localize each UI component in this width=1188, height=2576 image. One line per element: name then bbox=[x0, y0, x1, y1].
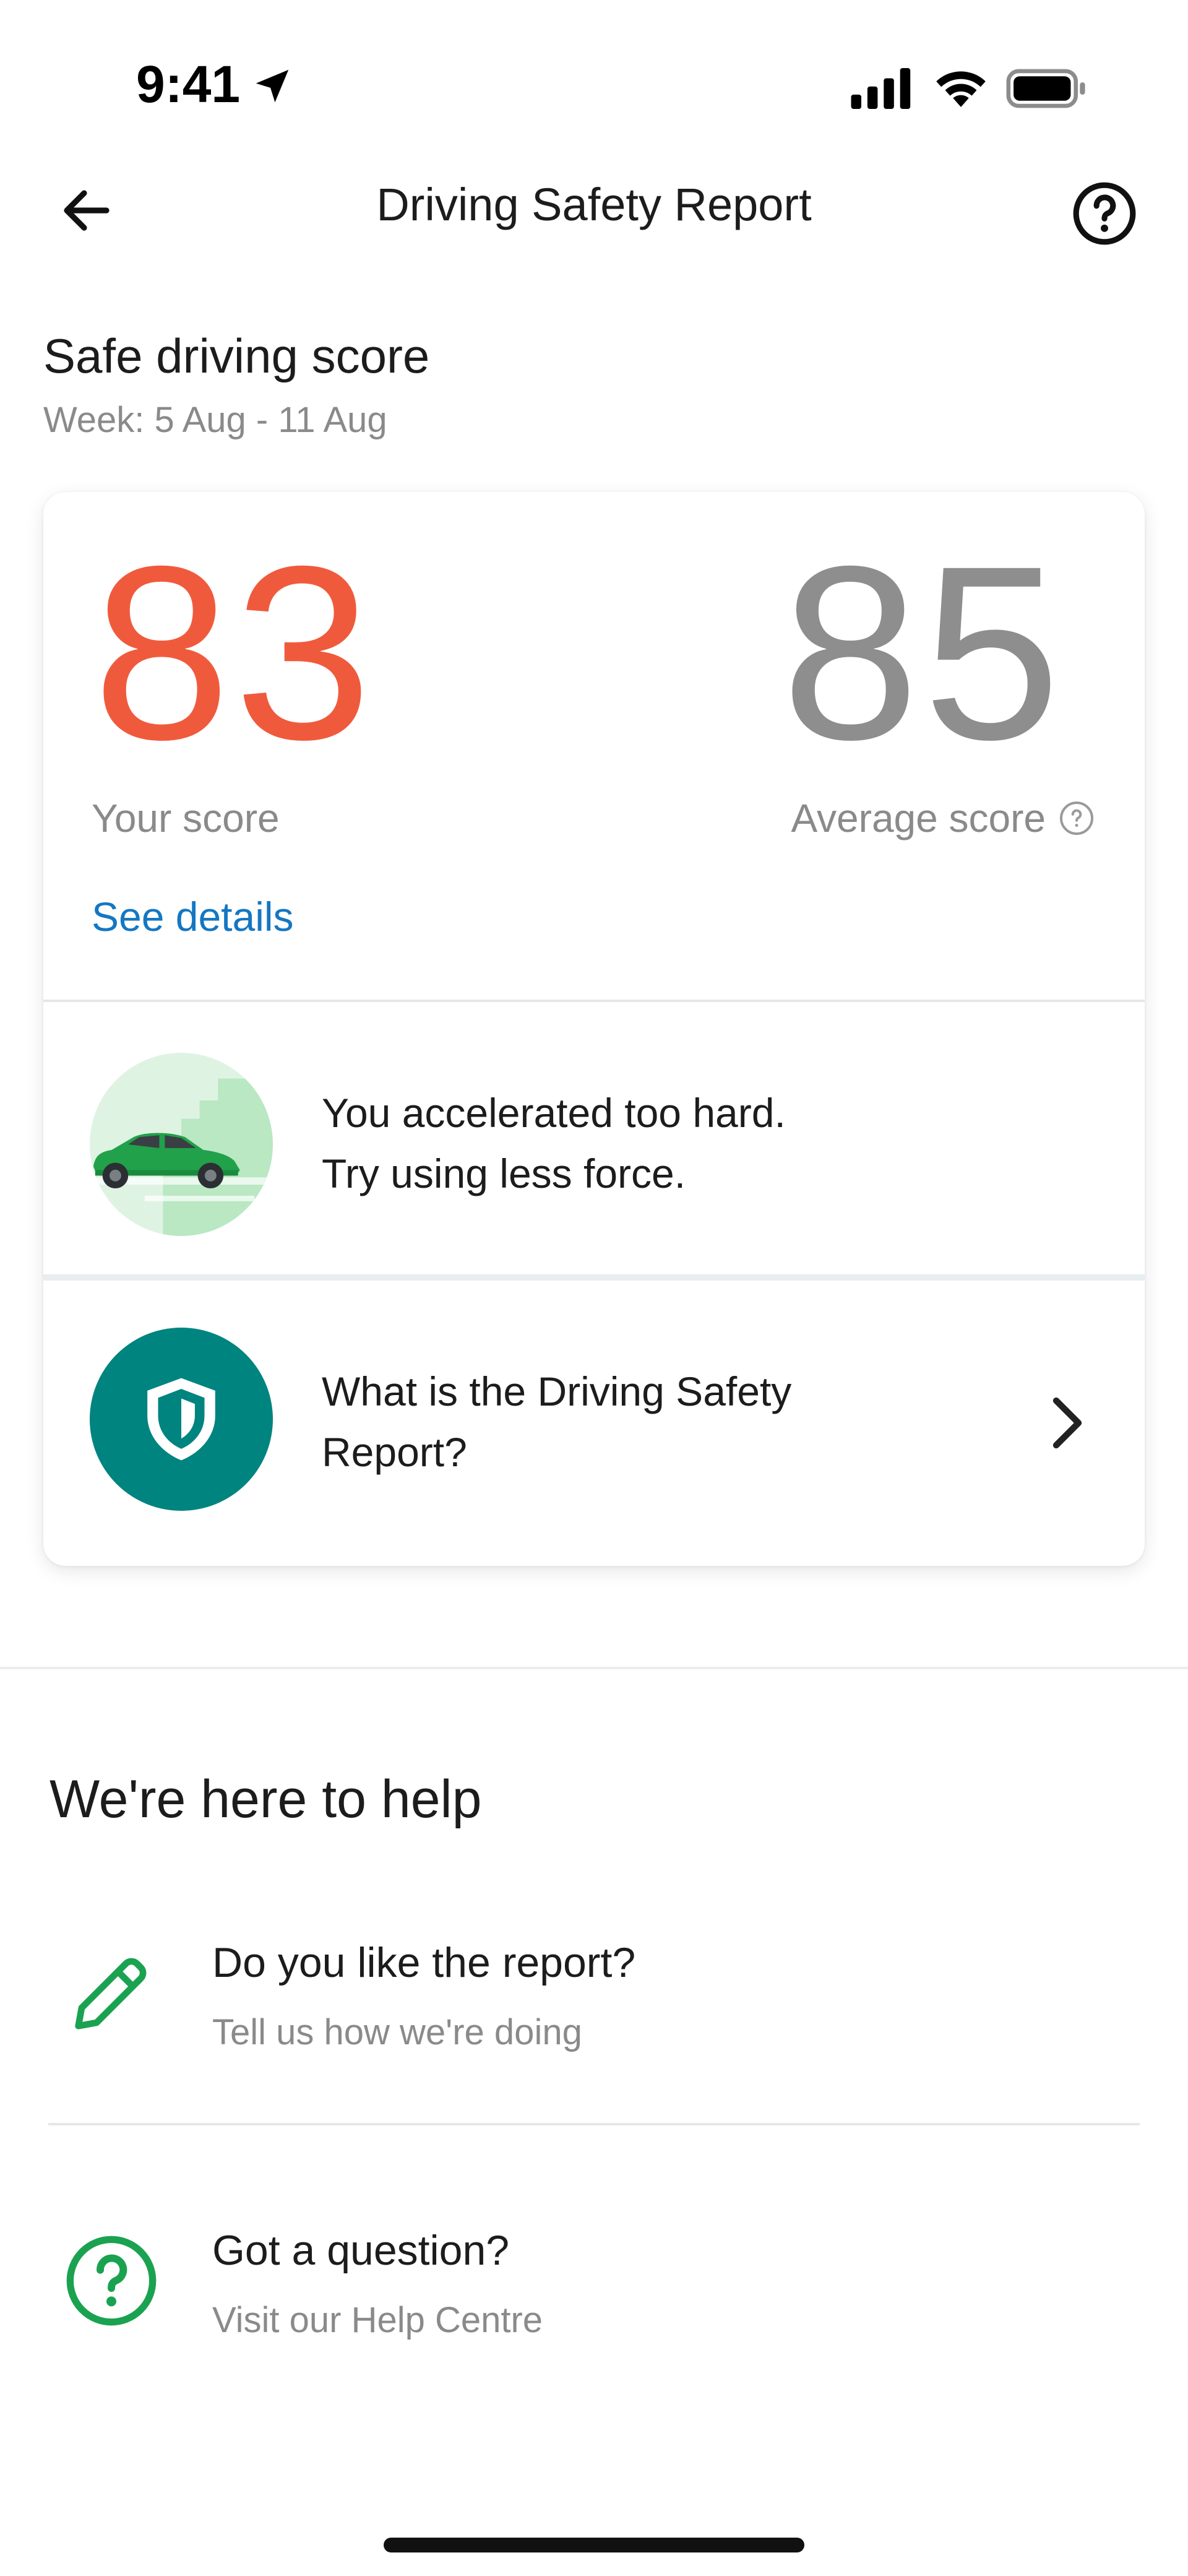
feedback-title: Do you like the report? bbox=[212, 1939, 636, 1986]
help-centre-subtitle: Visit our Help Centre bbox=[212, 2300, 543, 2340]
question-circle-icon bbox=[1073, 182, 1136, 245]
section-title: Safe driving score bbox=[43, 329, 430, 383]
wifi-icon bbox=[936, 71, 986, 107]
average-score-label: Average score bbox=[791, 795, 1096, 841]
chevron-right-icon bbox=[1052, 1397, 1082, 1449]
help-button[interactable] bbox=[1064, 173, 1145, 254]
feedback-item[interactable]: Do you like the report? Tell us how we'r… bbox=[0, 1906, 1188, 2092]
battery-icon bbox=[1006, 69, 1085, 108]
help-centre-title: Got a question? bbox=[212, 2227, 510, 2274]
about-report-row[interactable]: What is the Driving Safety Report? bbox=[43, 1281, 1145, 1566]
tip-text: You accelerated too hard. Try using less… bbox=[322, 1083, 786, 1204]
pencil-icon bbox=[75, 1958, 147, 2029]
about-line-2: Report? bbox=[322, 1429, 467, 1475]
question-circle-icon bbox=[66, 2236, 157, 2326]
shield-badge bbox=[90, 1328, 273, 1511]
about-report-text: What is the Driving Safety Report? bbox=[322, 1361, 940, 1482]
see-details-link[interactable]: See details bbox=[92, 893, 294, 940]
average-score-label-text: Average score bbox=[791, 796, 1046, 841]
help-centre-item[interactable]: Got a question? Visit our Help Centre bbox=[0, 2194, 1188, 2380]
your-score-label: Your score bbox=[92, 796, 280, 841]
tip-line-2: Try using less force. bbox=[322, 1151, 686, 1196]
about-line-1: What is the Driving Safety bbox=[322, 1368, 792, 1414]
score-card: 83 85 Your score Average score See detai… bbox=[43, 492, 1145, 1566]
section-separator bbox=[0, 1667, 1188, 1669]
week-range: Week: 5 Aug - 11 Aug bbox=[43, 400, 387, 440]
feedback-subtitle: Tell us how we're doing bbox=[212, 2012, 582, 2052]
home-indicator[interactable] bbox=[384, 2538, 804, 2552]
page-title: Driving Safety Report bbox=[376, 179, 812, 230]
tip-row: You accelerated too hard. Try using less… bbox=[43, 1002, 1145, 1274]
help-section-title: We're here to help bbox=[50, 1770, 482, 1829]
cellular-signal-icon bbox=[851, 68, 911, 109]
score-block: 83 85 Your score Average score See detai… bbox=[43, 492, 1145, 1000]
top-app-bar: Driving Safety Report bbox=[0, 142, 1188, 266]
divider bbox=[43, 1274, 1145, 1281]
average-score-value: 85 bbox=[781, 514, 1064, 791]
your-score-value: 83 bbox=[93, 514, 376, 791]
divider bbox=[48, 2123, 1140, 2125]
location-arrow-icon bbox=[256, 69, 289, 103]
status-bar: 9:41 bbox=[0, 0, 1188, 142]
page: 9:41 Driving Safety Report Safe driving … bbox=[0, 0, 1188, 2576]
shield-icon bbox=[147, 1378, 215, 1461]
info-question-icon[interactable] bbox=[1058, 800, 1095, 837]
status-time: 9:41 bbox=[136, 55, 241, 113]
tip-line-1: You accelerated too hard. bbox=[322, 1090, 786, 1136]
car-acceleration-illustration-icon bbox=[90, 1053, 273, 1236]
